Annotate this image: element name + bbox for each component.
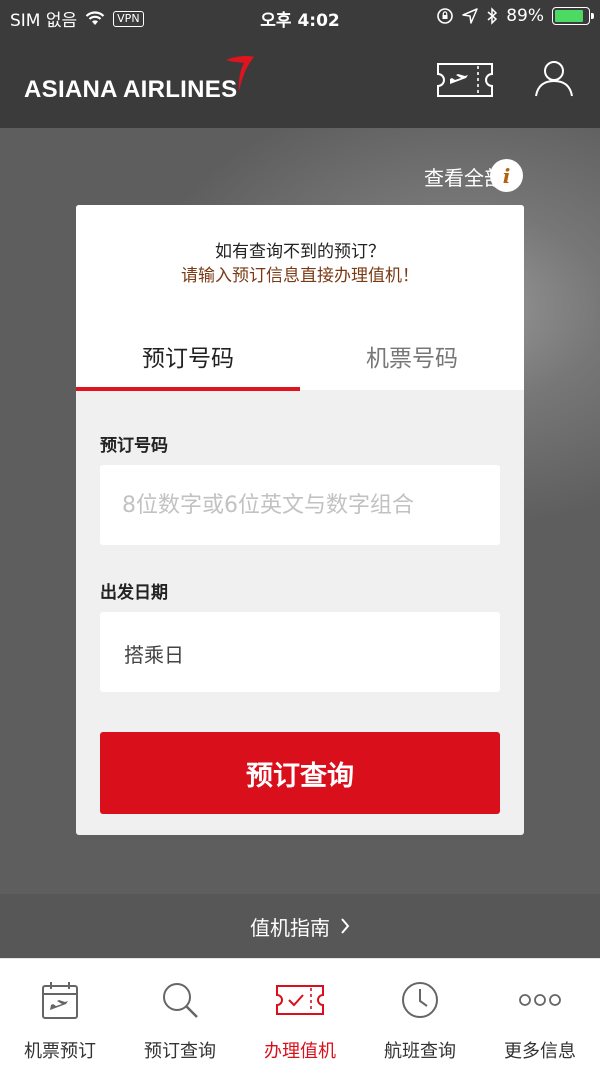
clock-icon bbox=[402, 982, 438, 1018]
battery-icon bbox=[552, 7, 594, 25]
tabbar-label: 办理值机 bbox=[264, 1041, 336, 1062]
notice-instruction: 请输入预订信息直接办理值机！ bbox=[181, 266, 419, 286]
chevron-right-icon bbox=[341, 918, 350, 934]
tabbar-item-booking-lookup[interactable]: 预订查询 bbox=[120, 959, 240, 1067]
booking-number-label: 预订号码 bbox=[100, 436, 168, 456]
departure-date-value: 搭乘日 bbox=[124, 643, 184, 667]
bluetooth-icon bbox=[487, 7, 498, 25]
tabbar-item-checkin[interactable]: 办理值机 bbox=[240, 959, 360, 1067]
notice-question: 如有查询不到的预订？ bbox=[215, 242, 385, 262]
departure-date-label: 出发日期 bbox=[100, 583, 168, 603]
tab-ticket-number[interactable]: 机票号码 bbox=[300, 339, 524, 373]
booking-lookup-card: 如有查询不到的预订？ 请输入预订信息直接办理值机！ 预订号码 机票号码 预订号码… bbox=[76, 205, 524, 835]
ticket-check-icon bbox=[276, 985, 324, 1015]
search-icon bbox=[163, 983, 198, 1018]
status-right: 89% bbox=[436, 6, 594, 26]
boarding-pass-icon[interactable] bbox=[436, 62, 494, 98]
booking-number-input[interactable] bbox=[100, 465, 500, 545]
tabbar-label: 预订查询 bbox=[144, 1041, 216, 1062]
booking-number-field[interactable] bbox=[100, 465, 500, 545]
brand-wing-logo-icon bbox=[226, 56, 254, 92]
booking-search-button[interactable]: 预订查询 bbox=[100, 732, 500, 814]
departure-date-field[interactable]: 搭乘日 bbox=[100, 612, 500, 692]
active-tab-indicator bbox=[76, 387, 300, 391]
checkin-guide-link[interactable]: 值机指南 bbox=[0, 894, 600, 958]
card-header: 如有查询不到的预订？ 请输入预订信息直接办理值机！ 预订号码 机票号码 bbox=[76, 205, 524, 391]
tabbar-label: 机票预订 bbox=[24, 1041, 96, 1062]
app-header: ASIANA AIRLINES bbox=[0, 34, 600, 128]
info-icon[interactable]: i bbox=[490, 159, 523, 192]
tabbar-item-flight-booking[interactable]: 机票预订 bbox=[0, 959, 120, 1067]
checkin-guide-label: 值机指南 bbox=[250, 915, 330, 940]
battery-percent: 89% bbox=[506, 6, 544, 26]
user-profile-icon[interactable] bbox=[534, 58, 574, 98]
orientation-lock-icon bbox=[437, 8, 454, 24]
battery-fill bbox=[555, 10, 584, 22]
tab-booking-number[interactable]: 预订号码 bbox=[76, 339, 300, 373]
brand-logo-text: ASIANA AIRLINES bbox=[24, 76, 238, 103]
tabbar-label: 更多信息 bbox=[504, 1041, 576, 1062]
tabbar-item-flight-status[interactable]: 航班查询 bbox=[360, 959, 480, 1067]
tabbar-item-more[interactable]: 更多信息 bbox=[480, 959, 600, 1067]
tabbar-label: 航班查询 bbox=[384, 1041, 456, 1062]
location-icon bbox=[462, 8, 478, 24]
more-dots-icon bbox=[519, 994, 561, 1006]
status-bar: SIM 없음 VPN 오후 4:02 89% bbox=[0, 0, 600, 34]
calendar-plane-icon bbox=[42, 982, 78, 1019]
bottom-tab-bar: 机票预订 预订查询 办理值机 航班查询 更多信息 bbox=[0, 958, 600, 1067]
